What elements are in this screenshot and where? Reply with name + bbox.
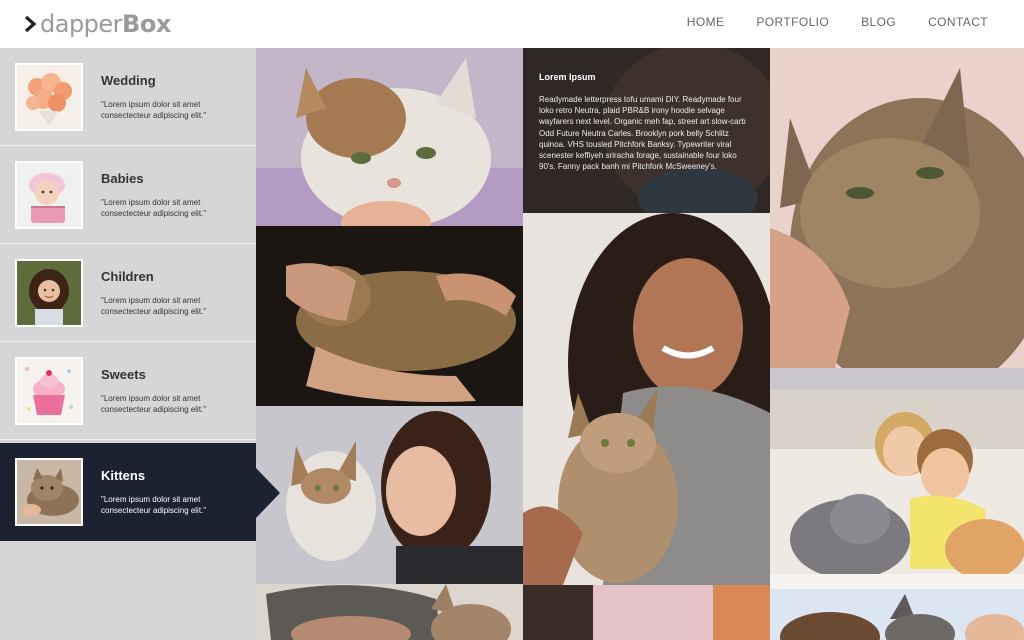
sidebar-item-desc: "Lorem ipsum dolor sit amet consectecteu… [101,100,207,120]
gallery-image-woman-with-cat[interactable] [256,406,523,584]
overlay-title: Lorem Ipsum [539,72,596,82]
kitten-image [15,458,83,526]
logo[interactable]: dapper Box [22,9,171,39]
sidebar-item-title: Babies [101,171,144,186]
sidebar-item-children[interactable]: Children "Lorem ipsum dolor sit amet con… [0,244,256,342]
gallery-image-smiling-woman-with-kitten[interactable] [523,213,770,585]
text-overlay-card: Lorem Ipsum Readymade letterpress tofu u… [523,48,770,213]
baby-image [15,161,83,229]
header: dapper Box HOME PORTFOLIO BLOG CONTACT [0,0,1024,48]
sidebar-item-title: Wedding [101,73,156,88]
sidebar-item-desc: "Lorem ipsum dolor sit amet consectecteu… [101,198,207,218]
logo-text-light: dapper [40,10,123,38]
sidebar-item-babies[interactable]: Babies "Lorem ipsum dolor sit amet conse… [0,146,256,244]
nav-contact[interactable]: CONTACT [928,15,988,29]
child-image [15,259,83,327]
gallery-image-man-with-cap[interactable] [256,584,523,640]
sidebar-item-desc: "Lorem ipsum dolor sit amet consectecteu… [101,495,207,515]
overlay-text: Readymade letterpress tofu umami DIY. Re… [539,95,746,172]
flower-bouquet-image [15,63,83,131]
gallery-image-cat-in-hands[interactable] [256,226,523,406]
logo-text-bold: Box [122,10,171,38]
active-pointer-arrow [256,468,280,518]
nav-portfolio[interactable]: PORTFOLIO [756,15,829,29]
sidebar-item-sweets[interactable]: Sweets "Lorem ipsum dolor sit amet conse… [0,342,256,440]
sidebar-item-title: Sweets [101,367,146,382]
gallery-image-child-bottom[interactable] [770,589,1024,640]
gallery-image-kids-with-cats[interactable] [770,389,1024,589]
main-nav: HOME PORTFOLIO BLOG CONTACT [687,15,988,29]
gallery-image-tabby-cat-petted[interactable] [770,48,1024,389]
sidebar-item-title: Kittens [101,468,146,483]
gallery-image-sweater-bottom[interactable] [523,585,770,640]
chevron-right-icon [24,15,37,33]
nav-blog[interactable]: BLOG [861,15,896,29]
cupcake-image [15,357,83,425]
category-sidebar: Wedding "Lorem ipsum dolor sit amet cons… [0,48,256,640]
sidebar-item-desc: "Lorem ipsum dolor sit amet consectecteu… [101,394,207,414]
sidebar-item-kittens[interactable]: Kittens "Lorem ipsum dolor sit amet cons… [0,443,256,541]
sidebar-item-wedding[interactable]: Wedding "Lorem ipsum dolor sit amet cons… [0,48,256,146]
sidebar-item-desc: "Lorem ipsum dolor sit amet consectecteu… [101,296,207,316]
gallery-image-cat-chin-scratch[interactable] [256,48,523,226]
sidebar-item-title: Children [101,269,154,284]
nav-home[interactable]: HOME [687,15,725,29]
